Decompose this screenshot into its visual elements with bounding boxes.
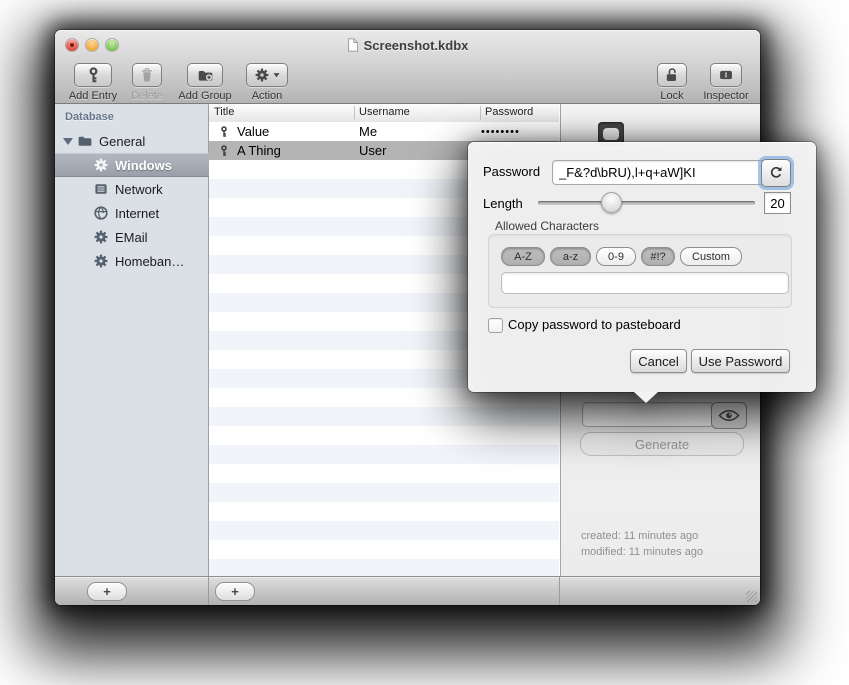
sidebar-header: Database bbox=[65, 111, 114, 123]
gear-icon bbox=[93, 157, 109, 173]
caret-down-icon bbox=[273, 72, 280, 78]
bottom-bar-divider bbox=[208, 577, 209, 605]
add-entry-label: Add Entry bbox=[65, 90, 121, 102]
info-icon bbox=[718, 67, 734, 83]
inspector-password-field[interactable] bbox=[582, 402, 714, 427]
pill-label: #!? bbox=[650, 251, 665, 263]
length-slider-track[interactable] bbox=[538, 201, 755, 205]
generated-password-field[interactable] bbox=[552, 160, 768, 185]
cell-username: Me bbox=[359, 124, 377, 139]
sidebar-item-label: General bbox=[99, 134, 145, 149]
column-divider[interactable] bbox=[354, 106, 355, 120]
gear-icon bbox=[93, 253, 109, 269]
reveal-password-button[interactable] bbox=[711, 402, 747, 429]
lock-label: Lock bbox=[650, 90, 694, 102]
class-digits-toggle[interactable]: 0-9 bbox=[596, 247, 636, 266]
pill-label: A-Z bbox=[514, 251, 532, 263]
regenerate-button[interactable] bbox=[761, 159, 791, 187]
cell-password: •••••••• bbox=[481, 126, 520, 138]
copy-password-checkbox[interactable] bbox=[488, 318, 503, 333]
generate-label: Generate bbox=[635, 437, 689, 452]
trash-icon bbox=[139, 67, 155, 83]
screenshot-canvas: Screenshot.kdbx Add Entry Delete Add Gro… bbox=[0, 0, 849, 685]
generate-button[interactable]: Generate bbox=[580, 432, 744, 456]
length-value-field[interactable] bbox=[764, 192, 791, 214]
sidebar-item-label: Network bbox=[115, 182, 163, 197]
gear-icon bbox=[93, 229, 109, 245]
column-header-title[interactable]: Title bbox=[214, 106, 234, 118]
inspector-button[interactable]: Inspector bbox=[698, 63, 754, 102]
use-password-button[interactable]: Use Password bbox=[691, 349, 790, 373]
length-slider-knob[interactable] bbox=[601, 192, 622, 213]
class-custom-toggle[interactable]: Custom bbox=[680, 247, 742, 266]
pill-label: a-z bbox=[563, 251, 578, 263]
delete-label: Delete bbox=[121, 90, 173, 102]
cancel-button[interactable]: Cancel bbox=[630, 349, 687, 373]
resize-grip[interactable] bbox=[746, 591, 757, 602]
bottom-bar: + + bbox=[55, 576, 760, 605]
key-icon bbox=[218, 125, 230, 139]
add-group-plus-button[interactable]: + bbox=[87, 582, 127, 601]
custom-characters-field[interactable] bbox=[501, 272, 789, 294]
folder-icon bbox=[77, 133, 93, 149]
class-uppercase-toggle[interactable]: A-Z bbox=[501, 247, 545, 266]
document-proxy-icon bbox=[347, 38, 359, 52]
action-button[interactable]: Action bbox=[239, 63, 295, 102]
inspector-label: Inspector bbox=[698, 90, 754, 102]
sidebar: Database General Windows 2 Network bbox=[55, 104, 209, 577]
key-icon bbox=[85, 67, 102, 84]
eye-icon bbox=[718, 409, 740, 422]
pill-label: 0-9 bbox=[608, 251, 624, 263]
lock-open-icon bbox=[664, 67, 680, 83]
sidebar-item-label: Internet bbox=[115, 206, 159, 221]
window-title: Screenshot.kdbx bbox=[364, 38, 469, 53]
pill-label: Custom bbox=[692, 251, 730, 263]
class-lowercase-toggle[interactable]: a-z bbox=[550, 247, 591, 266]
popover-body: Password Length Allowed Characters A-Z a… bbox=[468, 142, 816, 392]
popover-arrow bbox=[634, 392, 658, 403]
disclosure-triangle-icon[interactable] bbox=[63, 138, 73, 145]
add-entry-button[interactable]: Add Entry bbox=[65, 63, 121, 102]
allowed-characters-label: Allowed Characters bbox=[495, 219, 599, 233]
copy-password-label: Copy password to pasteboard bbox=[508, 317, 681, 332]
gear-icon bbox=[254, 67, 270, 83]
delete-button[interactable]: Delete bbox=[121, 63, 173, 102]
created-timestamp: created: 11 minutes ago bbox=[581, 530, 698, 542]
sidebar-item-label: EMail bbox=[115, 230, 148, 245]
plus-label: + bbox=[103, 585, 111, 598]
column-divider[interactable] bbox=[480, 106, 481, 120]
add-entry-plus-button[interactable]: + bbox=[215, 582, 255, 601]
titlebar: Screenshot.kdbx bbox=[55, 36, 760, 54]
bottom-bar-divider bbox=[559, 577, 560, 605]
add-group-label: Add Group bbox=[173, 90, 237, 102]
add-group-button[interactable]: Add Group bbox=[173, 63, 237, 102]
cell-username: User bbox=[359, 143, 386, 158]
refresh-icon bbox=[769, 166, 783, 180]
column-header-username[interactable]: Username bbox=[359, 106, 410, 118]
column-header-password[interactable]: Password bbox=[485, 106, 533, 118]
table-header: Title Username Password bbox=[209, 104, 559, 123]
key-icon bbox=[218, 144, 230, 158]
action-label: Action bbox=[239, 90, 295, 102]
modified-timestamp: modified: 11 minutes ago bbox=[581, 546, 703, 558]
sidebar-item-label: Windows bbox=[115, 158, 172, 173]
window-header: Screenshot.kdbx Add Entry Delete Add Gro… bbox=[55, 30, 760, 104]
globe-icon bbox=[93, 205, 109, 221]
plus-label: + bbox=[231, 585, 239, 598]
sidebar-item-label: Homeban… bbox=[115, 254, 184, 269]
network-icon bbox=[93, 181, 109, 197]
password-label: Password bbox=[483, 164, 540, 179]
lock-button[interactable]: Lock bbox=[650, 63, 694, 102]
table-row[interactable]: Value Me •••••••• bbox=[209, 122, 559, 141]
length-label: Length bbox=[483, 196, 523, 211]
password-generator-popover: Password Length Allowed Characters A-Z a… bbox=[468, 142, 816, 404]
use-password-label: Use Password bbox=[699, 354, 783, 369]
cancel-label: Cancel bbox=[638, 354, 678, 369]
cell-title: Value bbox=[237, 124, 269, 139]
class-symbols-toggle[interactable]: #!? bbox=[641, 247, 675, 266]
folder-plus-icon bbox=[197, 67, 214, 84]
character-classes-box: A-Z a-z 0-9 #!? Custom bbox=[488, 234, 792, 308]
sidebar-item-general[interactable]: General bbox=[55, 129, 208, 153]
cell-title: A Thing bbox=[237, 143, 281, 158]
